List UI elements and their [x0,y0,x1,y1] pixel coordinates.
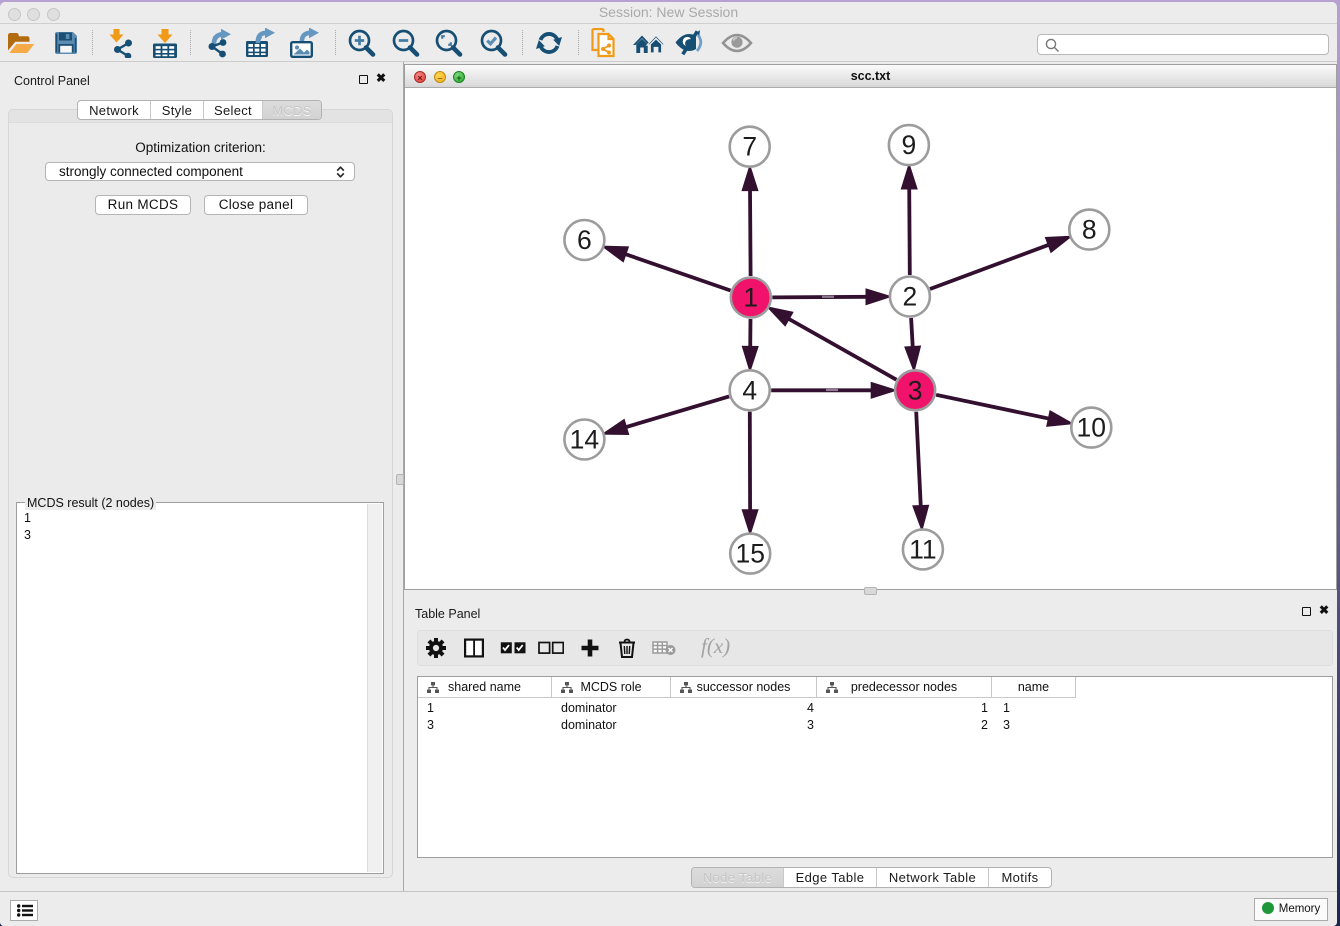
svg-text:11: 11 [909,534,937,564]
svg-text:1: 1 [743,283,758,313]
svg-text:10: 10 [1077,413,1106,443]
svg-text:6: 6 [577,225,592,255]
svg-text:15: 15 [735,539,764,569]
svg-text:4: 4 [742,375,757,405]
svg-text:2: 2 [903,282,918,312]
svg-text:7: 7 [742,132,757,162]
svg-text:3: 3 [908,375,923,405]
svg-text:9: 9 [902,130,917,160]
svg-text:8: 8 [1082,215,1097,245]
svg-text:14: 14 [570,425,599,455]
